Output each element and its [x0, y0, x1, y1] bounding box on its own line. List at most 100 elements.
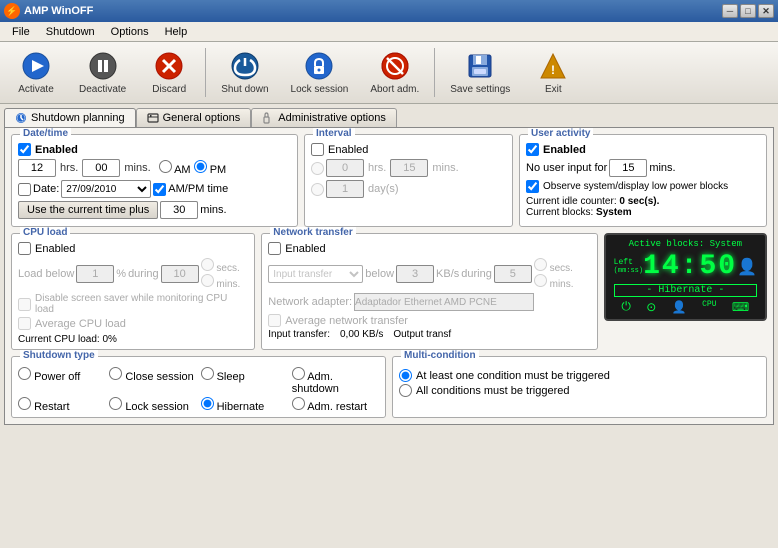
cpu-current-label: Current CPU load:: [18, 334, 100, 345]
network-section-label: Network transfer: [270, 227, 355, 238]
lock-button[interactable]: Lock session: [282, 46, 358, 99]
tab-admin-options[interactable]: Administrative options: [251, 108, 397, 127]
shutdown-power-off[interactable]: Power off: [18, 367, 105, 395]
user-activity-blocks-label: Current blocks:: [526, 207, 593, 218]
led-time: 14:50: [643, 251, 737, 282]
led-icon-user: 👤: [672, 300, 687, 315]
interval-enabled-checkbox[interactable]: [311, 143, 324, 156]
network-input-label: Input transfer:: [268, 329, 330, 340]
network-adapter-row: Network adapter:: [268, 293, 590, 311]
tab-shutdown-planning[interactable]: Shutdown planning: [4, 108, 136, 127]
maximize-button[interactable]: □: [740, 4, 756, 18]
interval-enabled-label: Enabled: [328, 144, 368, 156]
user-activity-mins-input[interactable]: [609, 159, 647, 177]
abort-button[interactable]: Abort adm.: [361, 46, 428, 99]
cpu-secs-radio[interactable]: [201, 258, 214, 271]
shutdown-lock-session[interactable]: Lock session: [109, 397, 196, 413]
cpu-enabled-checkbox[interactable]: [18, 242, 31, 255]
close-button[interactable]: ✕: [758, 4, 774, 18]
multi-at-least-radio[interactable]: [399, 369, 412, 382]
network-during-input[interactable]: [494, 265, 532, 283]
multi-all-conditions-radio[interactable]: [399, 384, 412, 397]
network-adapter-input[interactable]: [354, 293, 534, 311]
exit-button[interactable]: ! Exit: [523, 46, 583, 99]
interval-days-input[interactable]: [326, 180, 364, 198]
led-icons: ⏻ ⊙ 👤 CPU ⌨: [614, 300, 757, 315]
network-enabled-label: Enabled: [285, 243, 325, 255]
datetime-ampm-row: AM PM: [159, 160, 227, 176]
led-left-label: Left: [614, 258, 643, 267]
shutdown-icon: [229, 50, 261, 82]
datetime-enabled-checkbox[interactable]: [18, 143, 31, 156]
user-activity-blocks-value: System: [596, 207, 632, 218]
user-activity-label: User activity: [528, 128, 593, 139]
user-activity-observe-checkbox[interactable]: [526, 180, 539, 193]
cpu-enabled-row: Enabled: [18, 242, 248, 255]
deactivate-button[interactable]: Deactivate: [70, 46, 135, 99]
cpu-load-input[interactable]: [76, 265, 114, 283]
datetime-am-radio[interactable]: [159, 160, 172, 173]
cpu-mins-label: mins.: [216, 279, 240, 290]
network-time-unit: secs. mins.: [534, 258, 574, 290]
interval-days-radio[interactable]: [311, 183, 324, 196]
shutdown-adm-restart[interactable]: Adm. restart: [292, 397, 379, 413]
datetime-hours-input[interactable]: [18, 159, 56, 177]
menu-shutdown[interactable]: Shutdown: [38, 25, 103, 39]
shutdown-restart[interactable]: Restart: [18, 397, 105, 413]
cpu-average-checkbox[interactable]: [18, 317, 31, 330]
network-during-label: during: [461, 268, 492, 280]
tab-admin-options-label: Administrative options: [278, 112, 386, 124]
network-average-label: Average network transfer: [285, 315, 408, 327]
cpu-mins-radio[interactable]: [201, 274, 214, 287]
network-mins-radio[interactable]: [534, 274, 547, 287]
datetime-date-select[interactable]: 27/09/2010: [61, 180, 151, 198]
interval-days-label: day(s): [368, 183, 399, 195]
network-enabled-checkbox[interactable]: [268, 242, 281, 255]
cpu-time-unit: secs. mins.: [201, 258, 241, 290]
user-activity-enabled-checkbox[interactable]: [526, 143, 539, 156]
shutdown-button[interactable]: Shut down: [212, 46, 277, 99]
network-mins-label: mins.: [550, 279, 574, 290]
datetime-ampm-checkbox[interactable]: [153, 183, 166, 196]
network-kb-input[interactable]: [396, 265, 434, 283]
interval-hrs-row: hrs. mins.: [311, 159, 506, 177]
cpu-disable-screensaver-row: Disable screen saver while monitoring CP…: [18, 293, 248, 315]
interval-mins-input[interactable]: [390, 159, 428, 177]
network-type-select[interactable]: Input transfer: [268, 265, 363, 283]
datetime-pm-radio[interactable]: [194, 160, 207, 173]
datetime-date-checkbox[interactable]: [18, 183, 31, 196]
shutdown-close-session[interactable]: Close session: [109, 367, 196, 395]
datetime-offset-input[interactable]: [160, 201, 198, 219]
discard-button[interactable]: Discard: [139, 46, 199, 99]
shutdown-label: Shut down: [221, 84, 268, 95]
cpu-during-input[interactable]: [161, 265, 199, 283]
menu-help[interactable]: Help: [157, 25, 196, 39]
interval-hrs-radio[interactable]: [311, 162, 324, 175]
led-left-area: Left (mm:ss): [614, 258, 643, 275]
save-icon: [464, 50, 496, 82]
datetime-mins-input[interactable]: [82, 159, 120, 177]
menu-options[interactable]: Options: [103, 25, 157, 39]
user-activity-mins-label: mins.: [649, 162, 675, 174]
shutdown-hibernate[interactable]: Hibernate: [201, 397, 288, 413]
led-icon-circle: ⊙: [646, 300, 656, 315]
datetime-hrs-label: hrs.: [60, 162, 78, 174]
user-activity-observe-row: Observe system/display low power blocks: [526, 180, 760, 193]
network-enabled-row: Enabled: [268, 242, 590, 255]
interval-hrs-input[interactable]: [326, 159, 364, 177]
shutdown-sleep[interactable]: Sleep: [201, 367, 288, 395]
datetime-current-btn[interactable]: Use the current time plus: [18, 201, 158, 219]
tab-general-options[interactable]: General options: [136, 108, 252, 127]
network-average-checkbox[interactable]: [268, 314, 281, 327]
cpu-disable-screensaver-checkbox[interactable]: [18, 298, 31, 311]
minimize-button[interactable]: ─: [722, 4, 738, 18]
network-secs-radio[interactable]: [534, 258, 547, 271]
multi-all-conditions: All conditions must be triggered: [399, 384, 760, 397]
activate-button[interactable]: Activate: [6, 46, 66, 99]
save-button[interactable]: Save settings: [441, 46, 519, 99]
menu-file[interactable]: File: [4, 25, 38, 39]
shutdown-adm-shutdown[interactable]: Adm. shutdown: [292, 367, 379, 395]
abort-label: Abort adm.: [370, 84, 419, 95]
multi-condition-label: Multi-condition: [401, 350, 479, 361]
activate-icon: [20, 50, 52, 82]
